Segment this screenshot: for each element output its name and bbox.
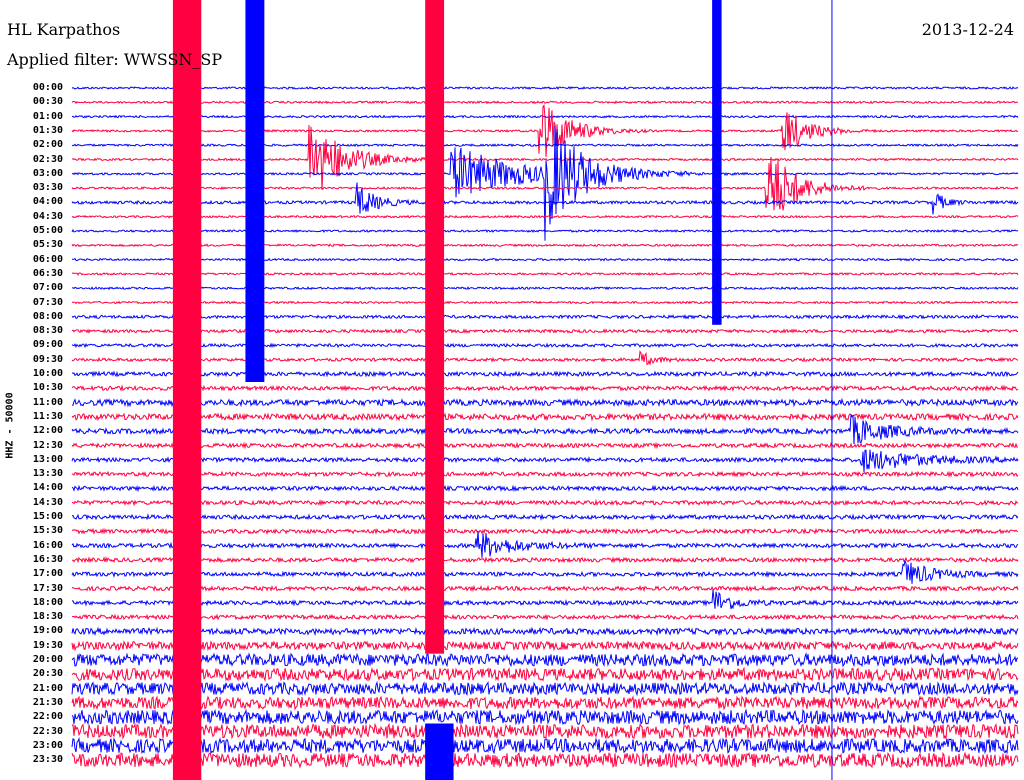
trace-row [71, 639, 1019, 652]
trace-row [71, 85, 1019, 90]
trace-row [71, 530, 1019, 558]
trace-row [71, 104, 1019, 157]
time-tick-label: 21:30 [32, 696, 63, 708]
time-tick-label: 05:00 [32, 225, 63, 236]
time-tick-label: 00:30 [32, 96, 63, 108]
trace-row [71, 652, 1019, 668]
trace-row [71, 143, 1019, 148]
trace-row [71, 441, 1019, 450]
time-tick-label: 11:00 [32, 396, 63, 408]
trace-row [71, 397, 1019, 408]
trace-row [71, 313, 1019, 320]
time-tick-label: 02:00 [32, 139, 63, 151]
trace-row [71, 695, 1019, 711]
time-tick-label: 22:00 [32, 711, 63, 723]
trace-row [71, 243, 1019, 248]
trace-row [71, 722, 1019, 741]
trace-row [71, 527, 1019, 535]
trace-row [71, 342, 1019, 349]
time-tick-label: 00:00 [32, 82, 63, 93]
trace-row [71, 271, 1019, 276]
saturated-event [425, 723, 454, 780]
time-tick-label: 08:00 [32, 310, 63, 322]
trace-row [71, 498, 1019, 507]
time-tick-label: 07:00 [32, 282, 63, 294]
time-tick-label: 21:00 [32, 682, 63, 694]
trace-row [71, 370, 1019, 378]
time-tick-label: 03:00 [32, 167, 63, 179]
trace-row [71, 736, 1019, 755]
trace-row [71, 708, 1019, 726]
trace-row [71, 412, 1019, 422]
time-tick-label: 04:30 [32, 210, 63, 222]
time-tick-label: 12:30 [32, 439, 63, 451]
time-tick-label: 23:30 [32, 754, 63, 766]
seismogram-traces [71, 0, 1019, 780]
time-tick-label: 19:30 [32, 639, 63, 651]
trace-row [71, 559, 1019, 584]
trace-row [71, 470, 1019, 478]
time-tick-label: 20:00 [32, 654, 63, 665]
filter-label: Applied filter: WWSSN_SP [7, 50, 223, 69]
time-tick-label: 03:30 [32, 182, 63, 194]
time-tick-label: 08:30 [32, 325, 63, 337]
trace-row [71, 484, 1019, 493]
time-tick-label: 07:30 [32, 296, 63, 308]
trace-row [71, 286, 1019, 291]
trace-row [71, 513, 1019, 521]
time-tick-label: 04:00 [32, 196, 63, 208]
trace-row [71, 680, 1019, 697]
time-tick-label: 14:30 [32, 496, 63, 508]
helicorder-plot: HL Karpathos 2013-12-24 Applied filter: … [0, 0, 1024, 780]
trace-row [71, 384, 1019, 393]
time-tick-label: 02:30 [32, 153, 63, 165]
trace-row [71, 300, 1019, 305]
time-tick-label: 13:30 [32, 468, 63, 480]
saturated-event [172, 0, 202, 780]
time-tick-label: 14:00 [32, 482, 63, 494]
trace-row [71, 257, 1019, 262]
time-tick-label: 17:30 [32, 582, 63, 594]
trace-row [71, 125, 1019, 241]
saturated-event [712, 0, 722, 325]
time-tick-label: 09:30 [32, 353, 63, 365]
trace-row [71, 449, 1019, 473]
trace-row [71, 626, 1019, 637]
time-tick-label: 22:30 [32, 725, 63, 737]
trace-row [71, 100, 1019, 105]
date-label: 2013-12-24 [921, 20, 1014, 39]
time-tick-label: 06:00 [32, 253, 63, 265]
trace-row [71, 751, 1019, 769]
saturated-event [425, 0, 445, 654]
trace-row [71, 666, 1019, 683]
time-tick-label: 11:30 [32, 410, 63, 422]
time-tick-label: 20:30 [32, 668, 63, 680]
time-tick-label: 15:00 [32, 511, 63, 522]
time-tick-label: 17:00 [32, 568, 63, 580]
time-tick-label: 12:00 [32, 425, 63, 437]
time-tick-label: 16:30 [32, 553, 63, 565]
saturated-event [245, 0, 265, 382]
time-tick-label: 18:00 [32, 596, 63, 608]
trace-row [71, 556, 1019, 564]
time-tick-label: 09:00 [32, 339, 63, 351]
station-title: HL Karpathos [7, 20, 121, 39]
time-tick-label: 18:30 [32, 611, 63, 623]
time-tick-label: 01:30 [32, 124, 63, 136]
time-tick-label: 13:00 [32, 453, 63, 465]
time-tick-label: 06:30 [32, 267, 63, 279]
time-tick-label: 05:30 [32, 239, 63, 251]
time-tick-label: 01:00 [32, 110, 63, 122]
trace-row [71, 328, 1018, 335]
trace-row [71, 589, 1019, 610]
trace-row [71, 613, 1019, 621]
time-tick-label: 15:30 [32, 525, 63, 537]
time-tick-label: 19:00 [32, 625, 63, 637]
trace-row [71, 350, 1019, 366]
trace-row [71, 584, 1019, 593]
time-tick-label: 23:00 [32, 739, 63, 751]
time-tick-label: 10:00 [32, 368, 63, 379]
time-tick-label: 10:30 [32, 382, 63, 394]
time-tick-label: 16:00 [32, 539, 63, 551]
